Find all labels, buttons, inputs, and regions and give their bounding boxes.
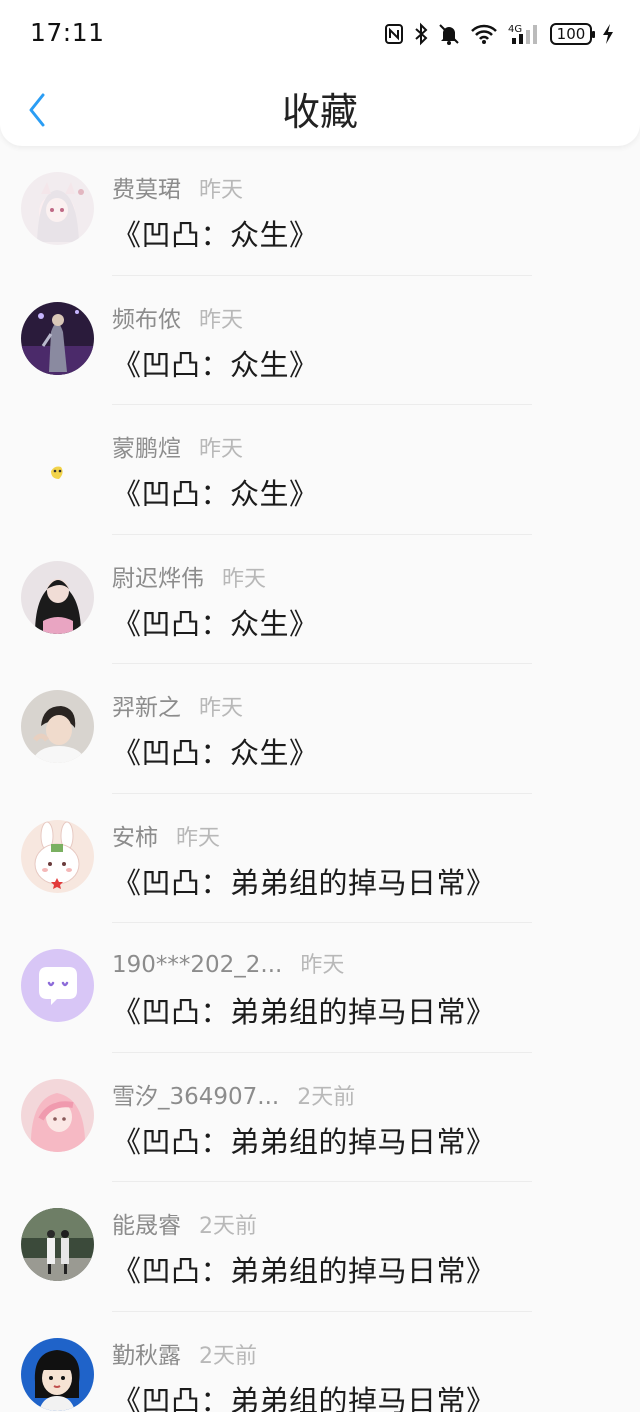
timestamp: 昨天 (199, 307, 244, 333)
status-bar: 17:11 4G 100 (0, 0, 640, 66)
avatar[interactable] (21, 819, 94, 893)
work-title[interactable]: 《凹凸：众生》 (112, 471, 319, 513)
battery-icon: 100 (550, 23, 595, 45)
list-item[interactable]: 蒙鹏煊 昨天 《凹凸：众生》 (0, 405, 640, 535)
status-time: 17:11 (30, 18, 105, 47)
avatar[interactable] (21, 1208, 94, 1281)
list-item[interactable]: 安柿 昨天 《凹凸：弟弟组的掉马日常》 (0, 794, 640, 923)
svg-text:4G: 4G (508, 24, 522, 35)
bluetooth-icon (414, 22, 428, 46)
timestamp: 2天前 (297, 1084, 356, 1110)
avatar[interactable] (21, 301, 94, 375)
work-title[interactable]: 《凹凸：弟弟组的掉马日常》 (112, 989, 496, 1031)
list-item[interactable]: 尉迟烨伟 昨天 《凹凸：众生》 (0, 535, 640, 664)
user-name[interactable]: 蒙鹏煊 (112, 429, 181, 463)
user-name[interactable]: 能晟睿 (112, 1206, 181, 1240)
favorites-list: 费莫珺 昨天 《凹凸：众生》 频布侬 昨天 《凹凸：众生》 蒙鹏煊 昨天 《凹凸… (0, 146, 640, 1412)
work-title[interactable]: 《凹凸：众生》 (112, 342, 319, 384)
name-row: 羿新之 昨天 (112, 688, 244, 722)
avatar[interactable] (21, 172, 94, 245)
name-row: 能晟睿 2天前 (112, 1206, 257, 1240)
avatar[interactable] (21, 431, 94, 504)
status-icons: 4G 100 (384, 20, 614, 48)
avatar[interactable] (21, 560, 94, 634)
user-name[interactable]: 羿新之 (112, 688, 181, 722)
user-name[interactable]: 尉迟烨伟 (112, 559, 204, 593)
name-row: 雪汐_364907... 2天前 (112, 1077, 356, 1111)
name-row: 频布侬 昨天 (112, 300, 244, 334)
nfc-icon (384, 23, 404, 45)
signal-4g-icon: 4G (508, 22, 540, 46)
avatar[interactable] (21, 949, 94, 1022)
name-row: 蒙鹏煊 昨天 (112, 429, 244, 463)
work-title[interactable]: 《凹凸：弟弟组的掉马日常》 (112, 1248, 496, 1290)
timestamp: 昨天 (300, 953, 345, 978)
user-name[interactable]: 雪汐_364907... (112, 1077, 279, 1111)
timestamp: 昨天 (199, 178, 244, 203)
work-title[interactable]: 《凹凸：众生》 (112, 212, 319, 254)
work-title[interactable]: 《凹凸：众生》 (112, 601, 319, 643)
timestamp: 2天前 (199, 1214, 257, 1239)
name-row: 尉迟烨伟 昨天 (112, 559, 267, 593)
work-title[interactable]: 《凹凸：众生》 (112, 730, 319, 772)
name-row: 190***202_2... 昨天 (112, 947, 344, 979)
list-item[interactable]: 频布侬 昨天 《凹凸：众生》 (0, 276, 640, 405)
name-row: 安柿 昨天 (112, 818, 221, 852)
list-item[interactable]: 能晟睿 2天前 《凹凸：弟弟组的掉马日常》 (0, 1182, 640, 1312)
timestamp: 2天前 (199, 1343, 257, 1369)
timestamp: 昨天 (176, 825, 221, 851)
user-name[interactable]: 安柿 (112, 818, 158, 852)
work-title[interactable]: 《凹凸：弟弟组的掉马日常》 (112, 860, 496, 902)
wifi-icon (470, 23, 498, 45)
list-item[interactable]: 190***202_2... 昨天 《凹凸：弟弟组的掉马日常》 (0, 923, 640, 1053)
favorites-screen: 17:11 4G 100 收藏 费莫珺 昨天 《凹凸：众生》 频布侬 昨天 《凹… (0, 0, 640, 1412)
list-item[interactable]: 羿新之 昨天 《凹凸：众生》 (0, 664, 640, 794)
bell-muted-icon (438, 22, 460, 46)
list-item[interactable]: 费莫珺 昨天 《凹凸：众生》 (0, 146, 640, 276)
list-item[interactable]: 雪汐_364907... 2天前 《凹凸：弟弟组的掉马日常》 (0, 1053, 640, 1182)
avatar[interactable] (21, 690, 94, 763)
work-title[interactable]: 《凹凸：弟弟组的掉马日常》 (112, 1119, 496, 1161)
charging-icon (602, 23, 614, 45)
header: 17:11 4G 100 收藏 (0, 0, 640, 146)
name-row: 勤秋露 2天前 (112, 1336, 257, 1370)
work-title[interactable]: 《凹凸：弟弟组的掉马日常》 (112, 1378, 496, 1412)
timestamp: 昨天 (199, 437, 244, 462)
user-name[interactable]: 190***202_2... (112, 952, 282, 978)
timestamp: 昨天 (199, 696, 244, 721)
avatar[interactable] (21, 1337, 94, 1411)
page-title: 收藏 (281, 90, 358, 134)
timestamp: 昨天 (222, 566, 267, 592)
name-row: 费莫珺 昨天 (112, 170, 244, 204)
user-name[interactable]: 勤秋露 (112, 1336, 181, 1370)
avatar[interactable] (21, 1078, 94, 1152)
user-name[interactable]: 费莫珺 (112, 170, 181, 204)
user-name[interactable]: 频布侬 (112, 300, 181, 334)
list-item[interactable]: 勤秋露 2天前 《凹凸：弟弟组的掉马日常》 (0, 1312, 640, 1412)
